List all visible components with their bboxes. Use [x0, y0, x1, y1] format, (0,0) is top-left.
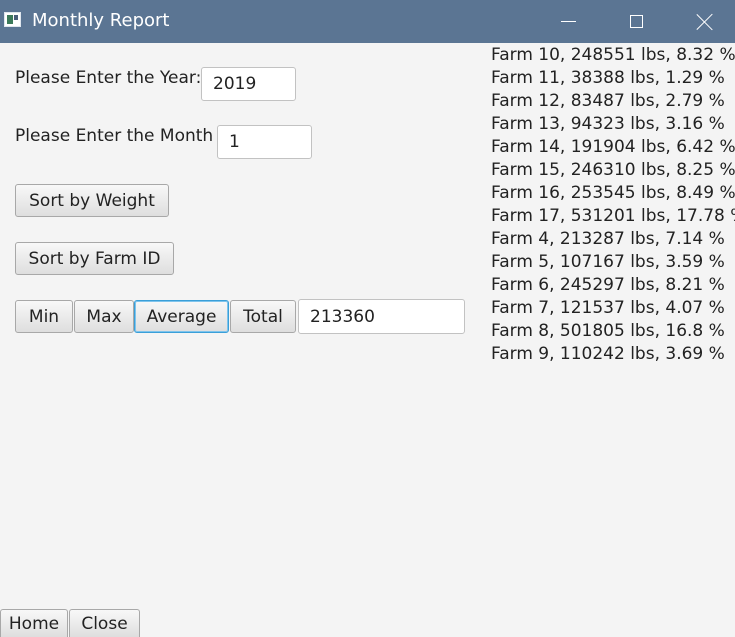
title-bar: Monthly Report	[0, 0, 735, 43]
list-item: Farm 6, 245297 lbs, 8.21 %	[491, 275, 725, 295]
window-close-button[interactable]	[670, 0, 735, 43]
sort-by-weight-button[interactable]: Sort by Weight	[15, 184, 169, 217]
list-item: Farm 7, 121537 lbs, 4.07 %	[491, 298, 725, 318]
list-item: Farm 8, 501805 lbs, 16.8 %	[491, 321, 725, 341]
maximize-icon	[629, 15, 643, 28]
home-button[interactable]: Home	[0, 609, 68, 637]
list-item: Farm 12, 83487 lbs, 2.79 %	[491, 91, 725, 111]
farm-report-list: Farm 10, 248551 lbs, 8.32 % Farm 11, 383…	[491, 44, 735, 366]
list-item: Farm 11, 38388 lbs, 1.29 %	[491, 68, 725, 88]
month-input[interactable]	[217, 125, 312, 159]
result-field[interactable]	[298, 299, 465, 334]
month-label: Please Enter the Month	[15, 126, 214, 146]
list-item: Farm 4, 213287 lbs, 7.14 %	[491, 229, 725, 249]
sort-by-farm-id-button[interactable]: Sort by Farm ID	[15, 242, 174, 275]
list-item: Farm 9, 110242 lbs, 3.69 %	[491, 344, 725, 364]
list-item: Farm 15, 246310 lbs, 8.25 %	[491, 160, 735, 180]
list-item: Farm 17, 531201 lbs, 17.78 %	[491, 206, 735, 226]
window-title: Monthly Report	[32, 10, 170, 31]
total-button[interactable]: Total	[230, 300, 296, 333]
minimize-button[interactable]	[533, 0, 603, 43]
close-icon	[696, 13, 714, 31]
average-button[interactable]: Average	[134, 300, 229, 333]
app-icon	[4, 12, 21, 27]
list-item: Farm 10, 248551 lbs, 8.32 %	[491, 45, 735, 65]
year-input[interactable]	[201, 67, 296, 101]
list-item: Farm 16, 253545 lbs, 8.49 %	[491, 183, 735, 203]
close-button[interactable]: Close	[69, 609, 140, 637]
list-item: Farm 5, 107167 lbs, 3.59 %	[491, 252, 725, 272]
min-button[interactable]: Min	[15, 300, 73, 333]
year-label: Please Enter the Year:	[15, 68, 202, 88]
list-item: Farm 14, 191904 lbs, 6.42 %	[491, 137, 735, 157]
maximize-button[interactable]	[601, 0, 671, 43]
max-button[interactable]: Max	[74, 300, 134, 333]
minimize-icon	[560, 21, 576, 22]
list-item: Farm 13, 94323 lbs, 3.16 %	[491, 114, 725, 134]
